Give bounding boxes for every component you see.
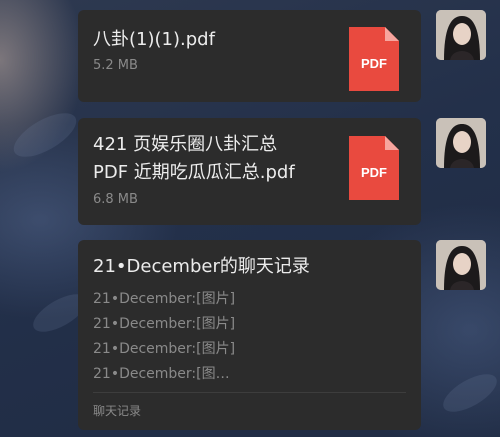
chat-record-footer: 聊天记录 — [93, 404, 142, 418]
divider — [93, 392, 406, 393]
pdf-file-icon: PDF — [349, 27, 399, 91]
avatar[interactable] — [436, 240, 486, 290]
chat-record-message[interactable]: 21•December的聊天记录 21•December:[图片] 21•Dec… — [78, 240, 421, 430]
pdf-label: PDF — [361, 165, 387, 180]
avatar[interactable] — [436, 118, 486, 168]
chat-record-title: 21•December的聊天记录 — [93, 256, 310, 277]
file-size: 6.8 MB — [93, 192, 138, 207]
chat-record-line: 21•December:[图片] — [93, 291, 236, 307]
file-name: 八卦(1)(1).pdf — [93, 29, 215, 50]
chat-record-line: 21•December:[图片] — [93, 316, 236, 332]
file-name-line-1: 421 页娱乐圈八卦汇总 — [93, 134, 278, 155]
chat-record-line: 21•December:[图片] — [93, 341, 236, 357]
background-leaf — [437, 366, 500, 420]
file-size: 5.2 MB — [93, 58, 138, 73]
file-message-1[interactable]: 八卦(1)(1).pdf 5.2 MB PDF — [78, 10, 421, 102]
pdf-label: PDF — [361, 56, 387, 71]
pdf-file-icon: PDF — [349, 136, 399, 200]
file-name-line-2: PDF 近期吃瓜瓜汇总.pdf — [93, 162, 295, 183]
file-message-2[interactable]: 421 页娱乐圈八卦汇总 PDF 近期吃瓜瓜汇总.pdf 6.8 MB PDF — [78, 118, 421, 225]
background-leaf — [7, 104, 83, 166]
avatar[interactable] — [436, 10, 486, 60]
chat-record-line: 21•December:[图… — [93, 366, 230, 382]
